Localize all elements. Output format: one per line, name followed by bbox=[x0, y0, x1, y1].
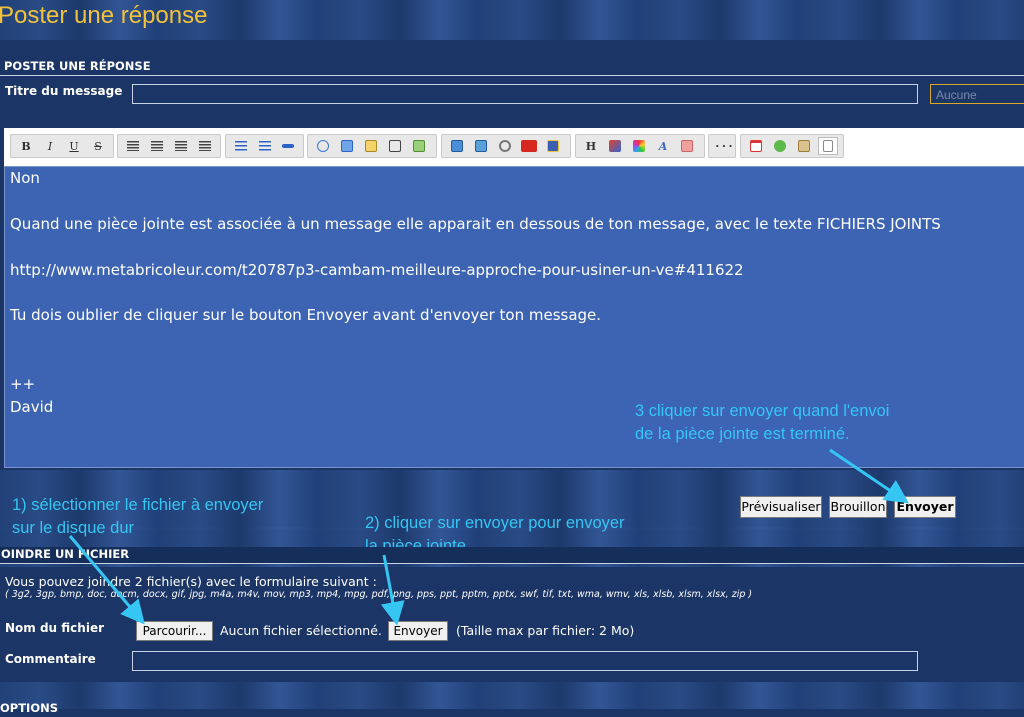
arrow-to-send bbox=[829, 448, 909, 504]
arrow-to-upload bbox=[380, 554, 405, 626]
annotation-arrows bbox=[68, 448, 909, 626]
arrow-to-browse bbox=[68, 535, 145, 625]
